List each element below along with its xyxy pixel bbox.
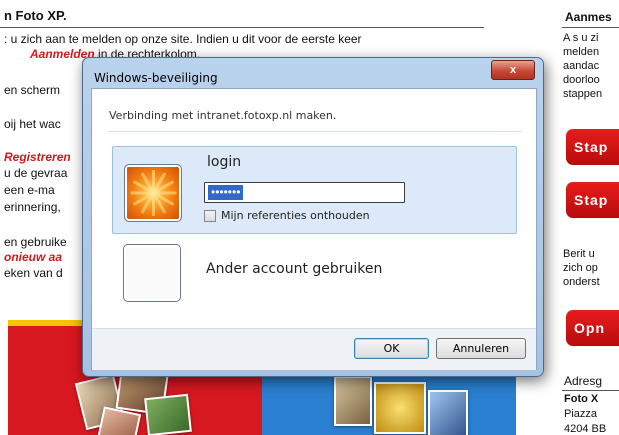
stap-1-button[interactable]: Stap [566,129,619,165]
cancel-button[interactable]: Annuleren [436,338,526,359]
sidebar-line: A s u zi [563,32,599,44]
sidebar-line: doorloo [563,74,600,86]
sidebar-line: melden [563,46,600,58]
address-line: Foto X [564,393,599,405]
address-line: Piazza [564,408,598,420]
other-account-label: Ander account gebruiken [206,261,383,277]
sidebar-line: onderst [563,276,600,288]
opnieuw-button[interactable]: Opn [566,310,619,346]
photo-thumbnail [334,376,372,426]
ok-button[interactable]: OK [354,338,429,359]
connection-text: Verbinding met intranet.fotoxp.nl maken. [109,109,337,122]
sidebar-line: Berit u [563,248,595,260]
intro-line-7: een e-ma [4,183,55,197]
intro-line-9: en gebruike [4,235,67,249]
close-button[interactable]: x [491,60,535,80]
sidebar-line: stappen [563,88,603,100]
photo-thumbnail [144,393,192,435]
other-account-tile[interactable]: Ander account gebruiken [112,241,515,311]
sidebar-divider [562,27,619,28]
username-label: login [207,154,242,170]
photo-thumbnail [428,390,468,435]
address-divider [562,390,619,391]
photo-thumbnail [374,382,426,434]
button-bar: OK Annuleren [92,328,536,370]
separator [108,131,522,132]
dialog-title: Windows-beveiliging [94,71,218,85]
intro-line-6: u de gevraa [4,166,68,180]
nieuw-aanvragen-link[interactable]: onieuw aa [4,250,62,264]
credential-tile[interactable]: login ••••••• Mijn referenties onthouden [112,146,517,234]
page-title: n Foto XP. [4,8,67,23]
sidebar-line: zich op [563,262,598,274]
user-flower-icon [124,164,182,222]
stap-2-button[interactable]: Stap [566,182,619,218]
intro-line-1: : u zich aan te melden op onze site. Ind… [4,32,362,46]
password-field[interactable]: ••••••• [204,182,405,203]
password-value: ••••••• [208,185,244,200]
windows-security-dialog: Windows-beveiliging x Verbinding met int… [82,57,544,377]
address-line: 4204 BB [564,423,607,435]
blank-user-icon [123,244,181,302]
address-title: Adresg [564,374,603,388]
intro-line-4: oij het wac [4,117,61,131]
sidebar-title: Aanmes [565,10,612,24]
sidebar-line: aandac [563,60,600,72]
remember-credentials-label[interactable]: Mijn referenties onthouden [221,209,370,222]
title-divider [0,27,484,28]
intro-line-3: en scherm [4,83,61,97]
registreren-link[interactable]: Registreren [4,150,71,164]
intro-line-11: eken van d [4,266,63,280]
intro-line-8: erinnering, [4,200,61,214]
remember-credentials-checkbox[interactable] [204,210,216,222]
dialog-client-area: Verbinding met intranet.fotoxp.nl maken.… [91,88,537,370]
